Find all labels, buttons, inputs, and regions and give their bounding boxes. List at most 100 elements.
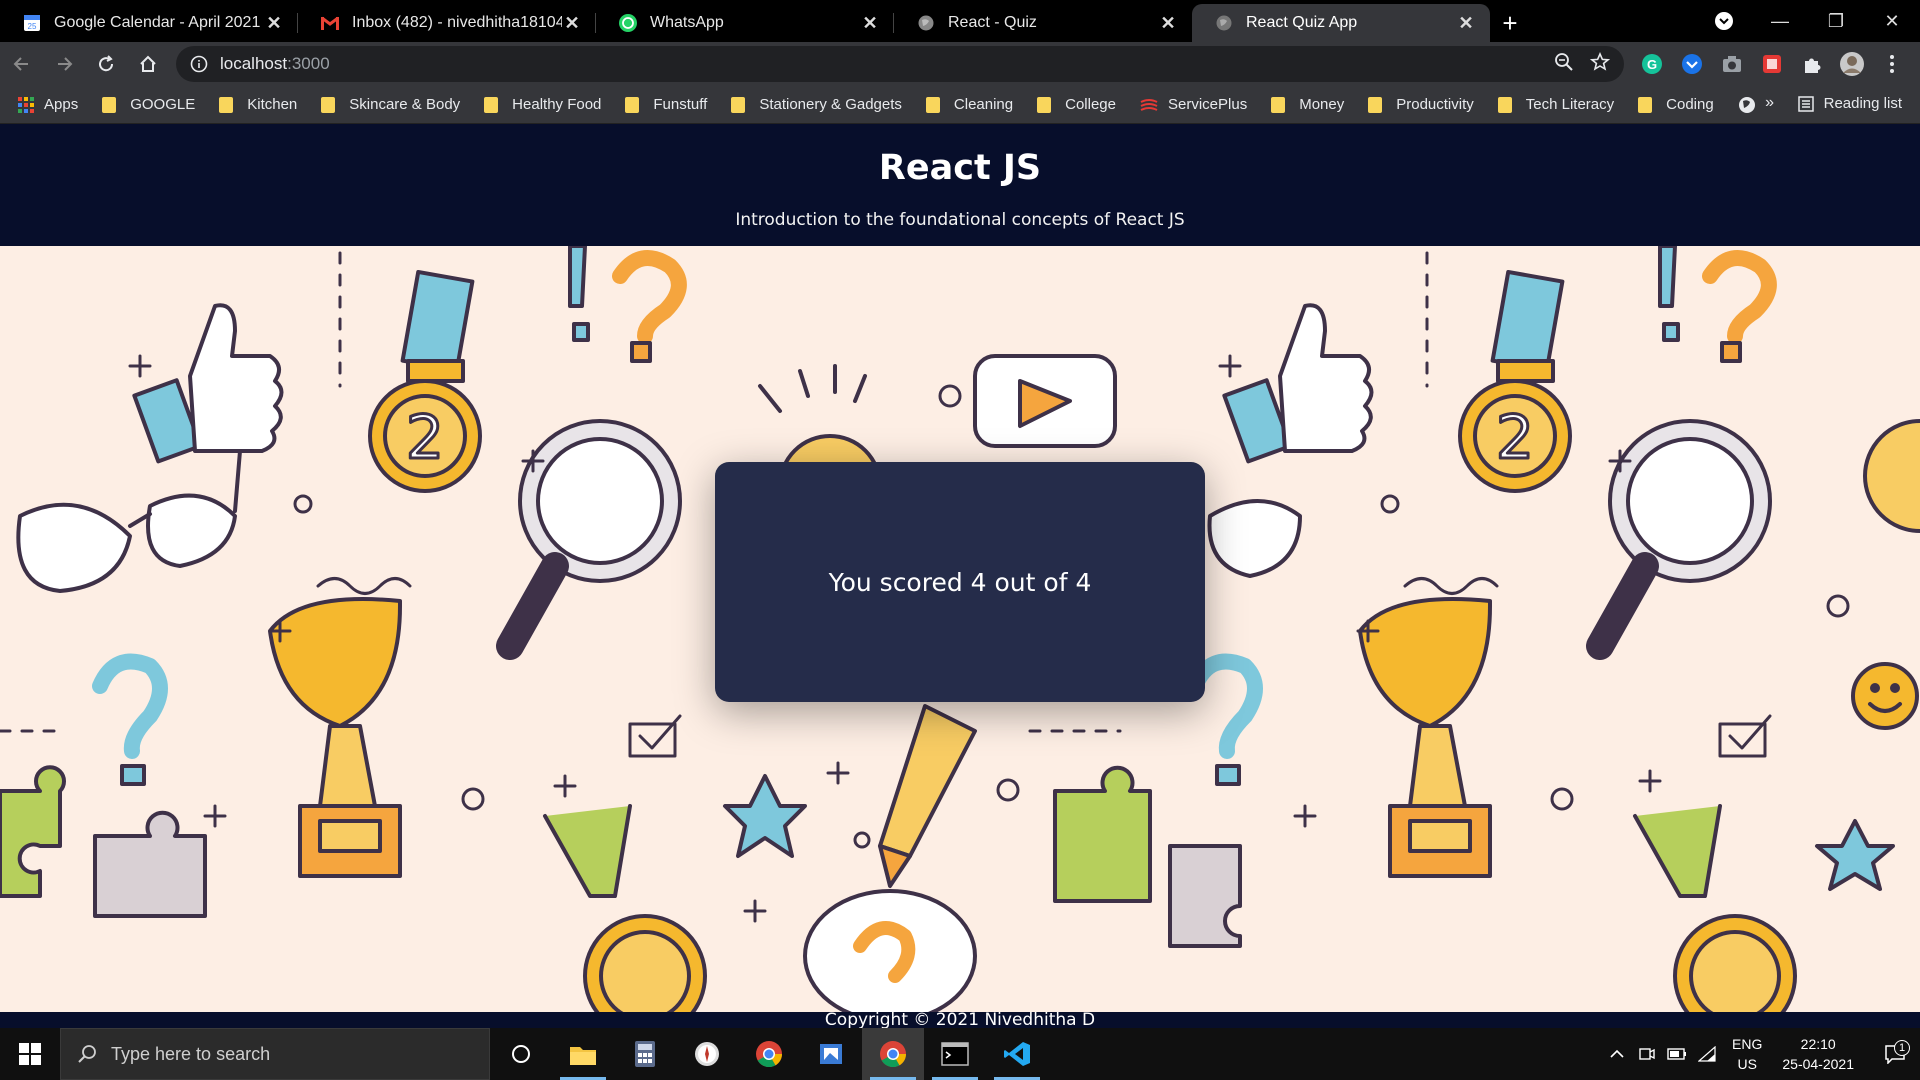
photos-app-button[interactable] [800,1028,862,1080]
notification-count-badge: 1 [1894,1040,1910,1056]
calculator-button[interactable] [614,1028,676,1080]
language-indicator[interactable]: ENG US [1732,1034,1762,1074]
taskbar-clock[interactable]: 22:10 25-04-2021 [1782,1034,1854,1074]
task-view-button[interactable] [490,1028,552,1080]
bookmark-stationery[interactable]: Stationery & Gadgets [731,96,902,113]
globe-icon [916,13,936,33]
system-tray: ENG US 22:10 25-04-2021 1 [1602,1028,1920,1080]
chrome-button[interactable] [738,1028,800,1080]
bookmark-label: Money [1299,96,1345,113]
menu-kebab-icon[interactable] [1878,50,1906,78]
bookmark-coding[interactable]: Coding [1638,96,1714,113]
reading-list-icon [1797,95,1814,112]
tab-react-quiz-app[interactable]: React Quiz App ✕ [1192,4,1490,42]
bookmark-star-icon[interactable] [1590,52,1610,72]
search-icon [78,1045,96,1063]
forward-button[interactable] [44,44,84,84]
bookmark-money[interactable]: Money [1271,96,1344,113]
medal-illustration: 2 [1458,269,1572,493]
magnifying-glass-illustration [496,419,682,660]
grammarly-icon[interactable]: G [1638,50,1666,78]
tab-whatsapp[interactable]: WhatsApp ✕ [596,4,894,42]
start-button[interactable] [0,1028,60,1080]
chrome-icon [756,1041,783,1068]
save-extension-icon[interactable] [1678,50,1706,78]
chevron-up-icon[interactable] [1602,1049,1632,1059]
profile-dropdown-icon[interactable] [1696,0,1752,42]
bookmarks-overflow-button[interactable]: » [1765,94,1774,112]
reading-list-button[interactable]: Reading list [1797,95,1902,112]
terminal-button[interactable] [924,1028,986,1080]
folder-icon [1271,96,1286,113]
glasses-illustration [1207,499,1302,578]
score-card: You scored 4 out of 4 [715,462,1205,702]
notification-center-button[interactable]: 1 [1870,1040,1920,1064]
tab-gmail[interactable]: Inbox (482) - nivedhitha18104@c ✕ [298,4,596,42]
restore-button[interactable]: ❐ [1808,0,1864,42]
question-mark-illustration [568,246,687,363]
battery-icon[interactable] [1662,1048,1692,1060]
bookmark-label: Productivity [1396,96,1474,113]
gmail-icon [320,13,340,33]
play-button-illustration [973,354,1117,448]
keyboard-layout: US [1737,1056,1757,1072]
bookmark-funstuff[interactable]: Funstuff [625,96,707,113]
reload-button[interactable] [86,44,126,84]
zoom-icon[interactable] [1554,52,1574,72]
tab-google-calendar[interactable]: 25 Google Calendar - April 2021 ✕ [0,4,298,42]
bookmark-kitchen[interactable]: Kitchen [219,96,297,113]
bookmark-cleaning[interactable]: Cleaning [925,96,1013,113]
meet-now-icon[interactable] [1632,1046,1662,1062]
globe-icon [1214,13,1234,33]
page-subtitle: Introduction to the foundational concept… [735,210,1185,230]
back-button[interactable] [2,44,42,84]
bookmark-tech-literacy[interactable]: Tech Literacy [1497,96,1614,113]
bookmark-google[interactable]: GOOGLE [102,96,195,113]
language-code: ENG [1732,1036,1763,1052]
close-icon[interactable]: ✕ [562,13,582,33]
tab-react-quiz[interactable]: React - Quiz ✕ [894,4,1192,42]
bookmark-college[interactable]: College [1037,96,1116,113]
vscode-button[interactable] [986,1028,1048,1080]
address-bar[interactable]: localhost:3000 [176,46,1624,82]
close-icon[interactable]: ✕ [264,13,284,33]
puzzle-icon[interactable] [1798,50,1826,78]
tab-title: Inbox (482) - nivedhitha18104@c [352,14,562,31]
gift-extension-icon[interactable] [1758,50,1786,78]
close-icon[interactable]: ✕ [1158,13,1178,33]
magnifying-glass-illustration [1586,419,1772,660]
close-window-button[interactable]: ✕ [1864,0,1920,42]
close-icon[interactable]: ✕ [1456,13,1476,33]
folder-icon [625,96,640,113]
minimize-button[interactable]: — [1752,0,1808,42]
thumbs-up-illustration [132,303,284,464]
info-icon[interactable] [190,55,208,73]
bookmark-label: Coding [1666,96,1714,113]
bookmark-apps[interactable]: Apps [18,96,78,113]
home-button[interactable] [128,44,168,84]
profile-avatar[interactable] [1838,50,1866,78]
folder-icon [1368,96,1383,113]
close-icon[interactable]: ✕ [860,13,880,33]
svg-text:25: 25 [28,22,37,31]
url-text: localhost:3000 [220,54,330,74]
svg-text:2: 2 [1496,403,1534,473]
chrome-active-button[interactable] [862,1028,924,1080]
taskbar-search-box[interactable]: Type here to search [60,1028,490,1080]
camera-icon[interactable] [1718,50,1746,78]
folder-icon [1638,96,1653,113]
clock-app-button[interactable] [676,1028,738,1080]
home-icon [140,55,156,72]
page-footer: Copyright © 2021 Nivedhitha D [0,1012,1920,1028]
bookmark-serviceplus[interactable]: ServicePlus [1140,96,1247,113]
wifi-icon[interactable] [1692,1046,1722,1062]
bookmark-skincare[interactable]: Skincare & Body [321,96,460,113]
file-explorer-button[interactable] [552,1028,614,1080]
bookmark-healthy-food[interactable]: Healthy Food [484,96,601,113]
app-header: React JS Introduction to the foundationa… [0,124,1920,246]
new-tab-button[interactable]: + [1490,4,1530,42]
bookmark-globe[interactable] [1738,96,1756,114]
score-text: You scored 4 out of 4 [828,567,1092,597]
bookmark-productivity[interactable]: Productivity [1368,96,1474,113]
bookmark-label: GOOGLE [130,96,196,113]
